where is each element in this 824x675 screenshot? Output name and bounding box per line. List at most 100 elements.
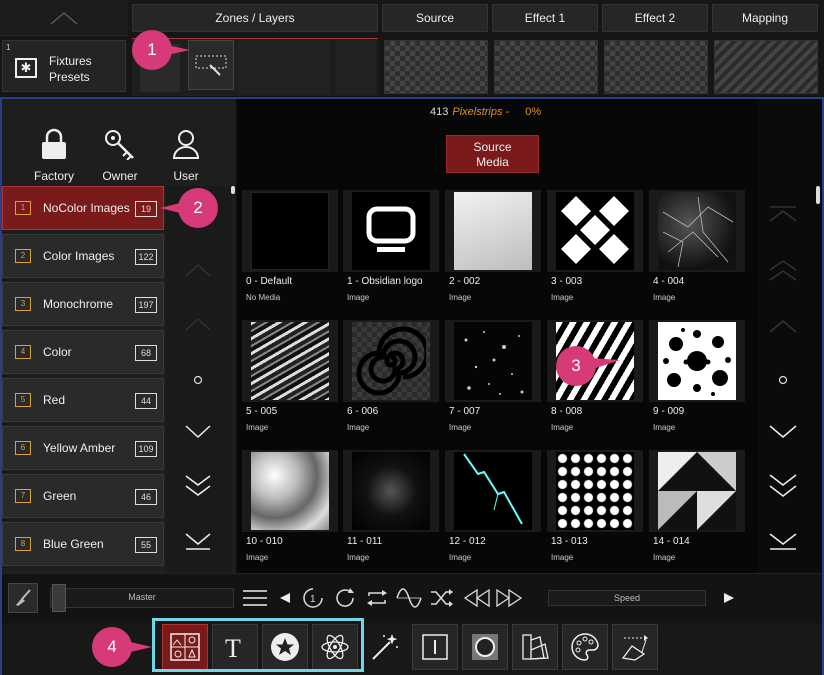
media-tile[interactable]: 10 - 010 Image — [242, 450, 338, 568]
media-end-button[interactable] — [760, 520, 806, 564]
category-up-button[interactable] — [168, 304, 228, 344]
media-tile[interactable]: 12 - 012 Image — [445, 450, 541, 568]
star-circle-icon — [271, 633, 299, 661]
folder-icon: 3 — [15, 297, 31, 311]
master-slider-handle[interactable] — [52, 584, 66, 612]
fixtures-presets-button[interactable]: 1 ✱ Fixtures Presets — [2, 40, 126, 92]
zones-layers-empty-cell[interactable] — [238, 40, 330, 94]
media-thumbnail — [242, 450, 338, 532]
media-thumbnail — [242, 190, 338, 272]
zones-layers-header[interactable]: Zones / Layers — [132, 4, 378, 32]
media-page-down-button[interactable] — [760, 464, 806, 508]
chevron-up-home-icon — [769, 206, 797, 222]
double-chevron-up-icon — [769, 260, 797, 281]
category-page-down-button[interactable] — [168, 466, 228, 506]
wave-button[interactable] — [394, 584, 424, 612]
zones-layers-empty-cell[interactable] — [336, 40, 376, 94]
media-tile[interactable]: 13 - 013 Image — [547, 450, 643, 568]
media-tile[interactable]: 3 - 003 Image — [547, 190, 643, 308]
media-tile[interactable]: 4 - 004 Image — [649, 190, 745, 308]
media-gallery-icon — [170, 633, 200, 661]
scroll-up-button[interactable] — [0, 0, 128, 36]
category-center-button[interactable] — [168, 360, 228, 400]
swatch-tool-button[interactable] — [512, 624, 558, 670]
media-down-button[interactable] — [760, 410, 806, 454]
media-thumbnail — [547, 450, 643, 532]
random-button[interactable] — [426, 584, 456, 612]
category-item[interactable]: 6 Yellow Amber 109 — [2, 426, 164, 470]
effect1-thumbnail[interactable] — [494, 40, 598, 94]
category-item[interactable]: 4 Color 68 — [2, 330, 164, 374]
media-tile[interactable]: 7 - 007 Image — [445, 320, 541, 438]
text-tool-button[interactable]: T — [212, 624, 258, 670]
media-home-button[interactable] — [760, 192, 806, 236]
shapes-tool-button[interactable] — [262, 624, 308, 670]
effect2-header[interactable]: Effect 2 — [602, 4, 708, 32]
repeat-icon — [367, 590, 387, 606]
count-badge: 55 — [135, 537, 157, 553]
effect2-thumbnail[interactable] — [604, 40, 708, 94]
palette-tool-button[interactable] — [562, 624, 608, 670]
category-item[interactable]: 8 Blue Green 55 — [2, 522, 164, 566]
clear-button[interactable] — [8, 583, 38, 613]
folder-icon: 8 — [15, 537, 31, 551]
category-item[interactable]: 7 Green 46 — [2, 474, 164, 518]
permission-factory[interactable]: Factory — [24, 128, 84, 183]
count-badge: 19 — [135, 201, 157, 217]
fixtures-index: 1 — [6, 43, 11, 52]
permission-owner[interactable]: Owner — [90, 128, 150, 183]
fixture-status: 413 Pixelstrips -0% — [430, 106, 542, 118]
media-thumbnail — [547, 190, 643, 272]
media-tool-button[interactable] — [162, 624, 208, 670]
media-tile[interactable]: 9 - 009 Image — [649, 320, 745, 438]
media-tile[interactable]: 5 - 005 Image — [242, 320, 338, 438]
solid-tool-button[interactable] — [412, 624, 458, 670]
mask-tool-button[interactable] — [462, 624, 508, 670]
media-tile[interactable]: 1 - Obsidian logo Image — [343, 190, 439, 308]
media-tile[interactable]: 2 - 002 Image — [445, 190, 541, 308]
category-scrollbar[interactable] — [231, 186, 235, 194]
category-item[interactable]: 5 Red 44 — [2, 378, 164, 422]
projection-tool-button[interactable] — [612, 624, 658, 670]
media-tile[interactable]: 14 - 014 Image — [649, 450, 745, 568]
media-scrollbar[interactable] — [816, 186, 820, 204]
media-tile[interactable]: 0 - Default No Media — [242, 190, 338, 308]
play-icon — [724, 593, 734, 603]
rewind-button[interactable] — [462, 584, 492, 612]
menu-button[interactable] — [240, 584, 270, 612]
bounce-button[interactable] — [362, 584, 392, 612]
effects-tool-button[interactable] — [362, 624, 408, 670]
chevron-down-end-icon — [185, 533, 211, 550]
mapping-thumbnail[interactable] — [714, 40, 818, 94]
asterisk-icon: ✱ — [15, 58, 37, 78]
spiral-icon — [356, 326, 426, 396]
media-page-up-button[interactable] — [760, 248, 806, 292]
permission-user[interactable]: User — [156, 128, 216, 183]
media-tile[interactable]: 11 - 011 Image — [343, 450, 439, 568]
category-down-button[interactable] — [168, 412, 228, 452]
source-thumbnail[interactable] — [384, 40, 488, 94]
category-page-up-button[interactable] — [168, 250, 228, 290]
category-item[interactable]: 1 NoColor Images 19 — [2, 186, 164, 230]
fast-forward-button[interactable] — [494, 584, 524, 612]
play-reverse-button[interactable] — [270, 584, 300, 612]
effect1-header[interactable]: Effect 1 — [492, 4, 598, 32]
pixelstrip-cell[interactable] — [188, 40, 234, 90]
play-button[interactable] — [714, 584, 744, 612]
source-media-button[interactable]: Source Media — [446, 135, 539, 173]
mapping-header[interactable]: Mapping — [712, 4, 818, 32]
generative-tool-button[interactable] — [312, 624, 358, 670]
loop-once-button[interactable]: 1 — [298, 584, 328, 612]
count-badge: 109 — [135, 441, 157, 457]
folder-icon: 7 — [15, 489, 31, 503]
category-end-button[interactable] — [168, 522, 228, 562]
crackle-pattern-icon — [662, 196, 734, 268]
category-item[interactable]: 3 Monochrome 197 — [2, 282, 164, 326]
source-header[interactable]: Source — [382, 4, 488, 32]
chevron-down-icon — [185, 425, 211, 439]
media-center-button[interactable] — [760, 358, 806, 402]
loop-button[interactable] — [330, 584, 360, 612]
media-up-button[interactable] — [760, 304, 806, 348]
category-item[interactable]: 2 Color Images 122 — [2, 234, 164, 278]
media-tile[interactable]: 6 - 006 Image — [343, 320, 439, 438]
